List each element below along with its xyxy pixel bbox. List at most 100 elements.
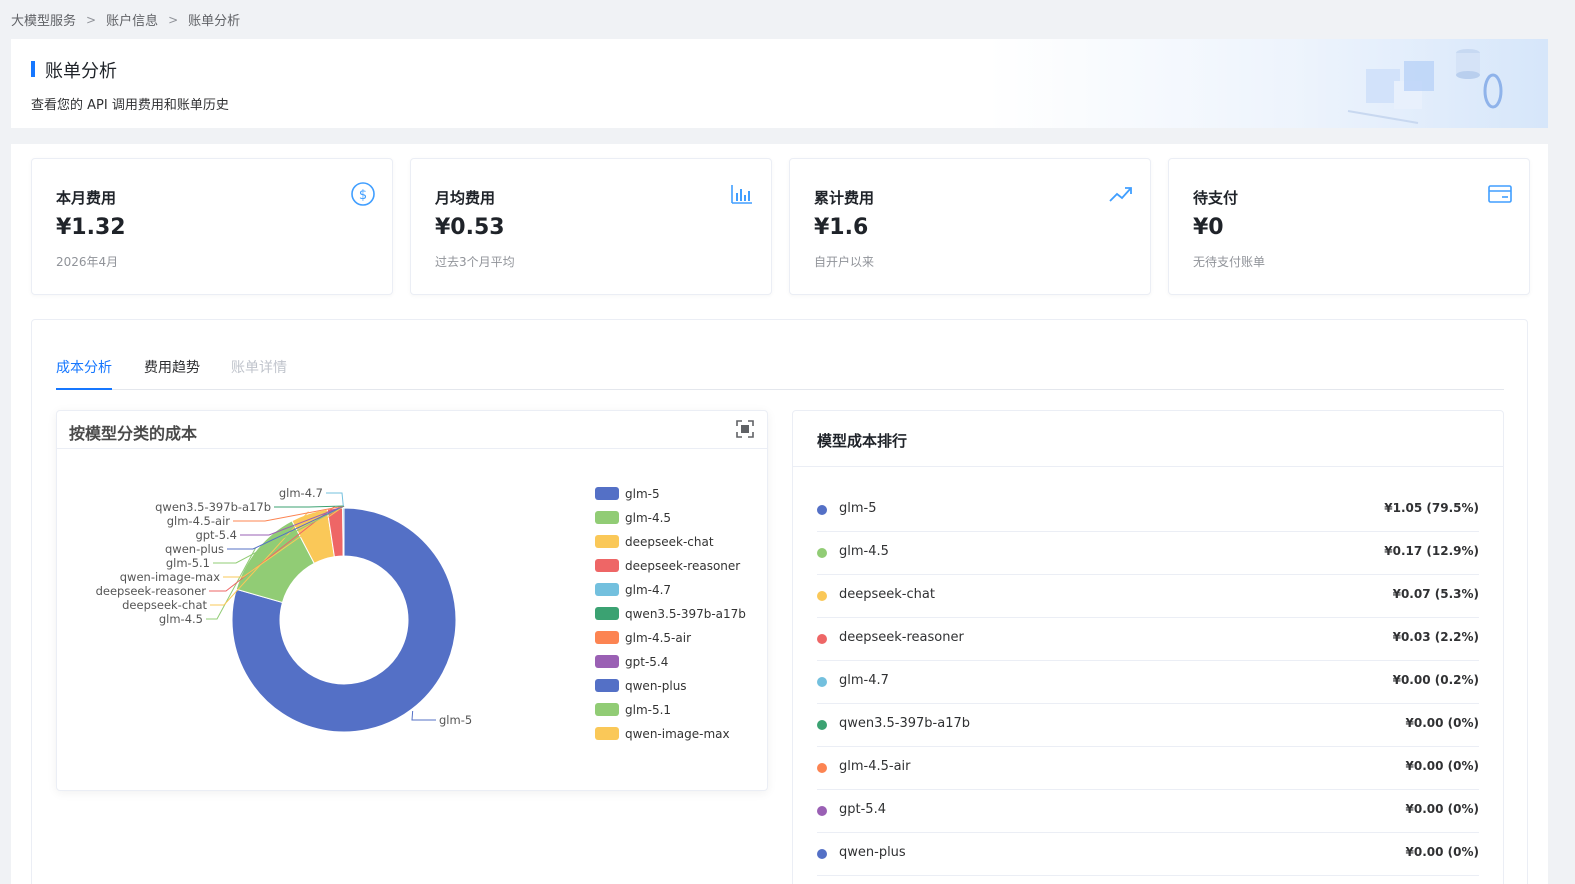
model-name: deepseek-reasoner — [839, 630, 964, 645]
ranking-list: glm-5 ¥1.05 (79.5%) glm-4.5 ¥0.17 (12.9%) de… — [817, 489, 1479, 876]
title-accent-bar — [31, 61, 35, 77]
series-color-dot — [817, 591, 827, 601]
legend-swatch[interactable] — [595, 727, 619, 740]
legend-swatch[interactable] — [595, 679, 619, 692]
card-subtitle: 自开户以来 — [814, 255, 875, 269]
legend-label[interactable]: qwen-plus — [625, 679, 687, 693]
breadcrumb-item-model-service[interactable]: 大模型服务 — [11, 10, 76, 29]
model-cost-amount: ¥0.00 (0%) — [1405, 845, 1479, 859]
slice-label: deepseek-reasoner — [96, 584, 207, 598]
ranking-row: gpt-5.4 ¥0.00 (0%) — [817, 790, 1479, 833]
page-title: 账单分析 — [45, 61, 117, 82]
model-name: gpt-5.4 — [839, 802, 886, 817]
model-name: deepseek-chat — [839, 587, 935, 602]
pie-slice[interactable] — [342, 507, 345, 557]
trend-up-icon — [1109, 187, 1132, 202]
ranking-row: qwen3.5-397b-a17b ¥0.00 (0%) — [817, 704, 1479, 747]
legend-label[interactable]: glm-5.1 — [625, 703, 671, 717]
tab-cost-analysis[interactable]: 成本分析 — [56, 358, 112, 390]
label-leader-line — [326, 492, 344, 507]
ranking-row: glm-4.5-air ¥0.00 (0%) — [817, 747, 1479, 790]
series-color-dot — [817, 763, 827, 773]
model-cost-amount: ¥1.05 (79.5%) — [1384, 501, 1479, 515]
chart-card-header: 按模型分类的成本 — [57, 411, 767, 449]
main-content: 本月费用 ¥1.32 2026年4月 $ 月均费用 ¥0.53 过去3个月平均 … — [11, 144, 1548, 884]
slice-label: glm-5.1 — [166, 556, 210, 570]
cost-donut-chart: glm-5glm-4.5deepseek-chatdeepseek-reason… — [96, 486, 746, 741]
model-cost-amount: ¥0.07 (5.3%) — [1392, 587, 1479, 601]
legend-swatch[interactable] — [595, 655, 619, 668]
dollar-circle-icon: $ — [351, 182, 375, 206]
legend-swatch[interactable] — [595, 631, 619, 644]
legend-label[interactable]: qwen3.5-397b-a17b — [625, 607, 746, 621]
model-cost-amount: ¥0.00 (0.2%) — [1392, 673, 1479, 687]
chart-title: 按模型分类的成本 — [69, 424, 198, 443]
cubes-illustration-icon — [1347, 49, 1503, 124]
model-cost-amount: ¥0.17 (12.9%) — [1384, 544, 1479, 558]
series-color-dot — [817, 634, 827, 644]
model-cost-amount: ¥0.03 (2.2%) — [1392, 630, 1479, 644]
cost-by-model-chart-card: 按模型分类的成本 glm-5 glm-4.5 deepseek-chat deepse… — [56, 410, 768, 791]
chevron-right-icon: > — [168, 12, 179, 27]
card-subtitle: 2026年4月 — [56, 255, 119, 269]
slice-label: glm-4.5 — [159, 612, 203, 626]
legend-swatch[interactable] — [595, 487, 619, 500]
ranking-row: deepseek-reasoner ¥0.03 (2.2%) — [817, 618, 1479, 661]
legend-swatch[interactable] — [595, 535, 619, 548]
card-month-cost: 本月费用 ¥1.32 2026年4月 $ — [31, 158, 393, 295]
model-name: qwen-plus — [839, 845, 906, 860]
summary-cards: 本月费用 ¥1.32 2026年4月 $ 月均费用 ¥0.53 过去3个月平均 … — [31, 158, 1530, 295]
model-cost-amount: ¥0.00 (0%) — [1405, 716, 1479, 730]
model-cost-amount: ¥0.00 (0%) — [1405, 802, 1479, 816]
series-color-dot — [817, 505, 827, 515]
slice-label: qwen-image-max — [120, 570, 220, 584]
tab-bill-details[interactable]: 账单详情 — [231, 358, 287, 390]
legend-swatch[interactable] — [595, 559, 619, 572]
card-subtitle: 无待支付账单 — [1193, 255, 1266, 269]
ranking-row: glm-5 ¥1.05 (79.5%) — [817, 489, 1479, 532]
card-title: 待支付 — [1193, 189, 1239, 207]
legend-label[interactable]: deepseek-chat — [625, 535, 714, 549]
legend-label[interactable]: gpt-5.4 — [625, 655, 668, 669]
series-color-dot — [817, 720, 827, 730]
page-header: 账单分析 查看您的 API 调用费用和账单历史 — [11, 39, 1548, 128]
header-decoration — [988, 39, 1548, 128]
legend-label[interactable]: glm-4.5 — [625, 511, 671, 525]
card-title: 月均费用 — [435, 189, 496, 207]
analysis-tabs: 成本分析 费用趋势 账单详情 — [56, 358, 1504, 390]
legend-swatch[interactable] — [595, 703, 619, 716]
legend-swatch[interactable] — [595, 607, 619, 620]
card-total-cost: 累计费用 ¥1.6 自开户以来 — [789, 158, 1151, 295]
breadcrumb: 大模型服务 > 账户信息 > 账单分析 — [11, 10, 241, 30]
legend-label[interactable]: glm-4.5-air — [625, 631, 691, 645]
chevron-right-icon: > — [86, 12, 97, 27]
breadcrumb-item-account-info[interactable]: 账户信息 — [106, 10, 158, 29]
series-color-dot — [817, 806, 827, 816]
series-color-dot — [817, 548, 827, 558]
legend-swatch[interactable] — [595, 511, 619, 524]
legend-label[interactable]: deepseek-reasoner — [625, 559, 740, 573]
model-name: glm-5 — [839, 501, 877, 516]
card-value: ¥0.53 — [435, 215, 505, 240]
slice-label: qwen-plus — [165, 542, 224, 556]
legend-swatch[interactable] — [595, 583, 619, 596]
card-monthly-average: 月均费用 ¥0.53 过去3个月平均 — [410, 158, 772, 295]
card-title: 本月费用 — [56, 189, 117, 207]
slice-label: deepseek-chat — [122, 598, 207, 612]
slice-label: qwen3.5-397b-a17b — [155, 500, 271, 514]
slice-label: gpt-5.4 — [195, 528, 237, 542]
legend-label[interactable]: glm-5 — [625, 487, 660, 501]
fullscreen-icon[interactable] — [735, 419, 755, 439]
slice-label: glm-4.5-air — [167, 514, 231, 528]
ranking-row: deepseek-chat ¥0.07 (5.3%) — [817, 575, 1479, 618]
card-title: 累计费用 — [814, 189, 875, 207]
breadcrumb-item-bill-analysis: 账单分析 — [188, 14, 241, 29]
legend-label[interactable]: qwen-image-max — [625, 727, 730, 741]
label-leader-line — [411, 710, 436, 721]
ranking-row: qwen-plus ¥0.00 (0%) — [817, 833, 1479, 876]
tab-cost-trend[interactable]: 费用趋势 — [144, 358, 200, 390]
card-pending-payment: 待支付 ¥0 无待支付账单 — [1168, 158, 1530, 295]
legend-label[interactable]: glm-4.7 — [625, 583, 671, 597]
ranking-row: glm-4.7 ¥0.00 (0.2%) — [817, 661, 1479, 704]
series-color-dot — [817, 849, 827, 859]
